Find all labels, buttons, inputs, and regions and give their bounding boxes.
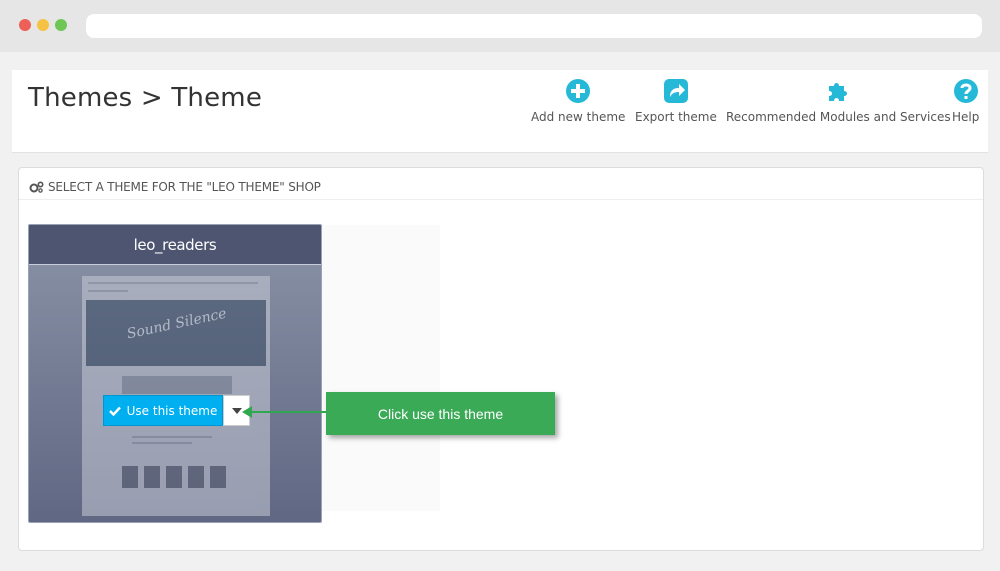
add-new-theme-label: Add new theme — [531, 110, 626, 124]
question-circle-icon — [953, 79, 978, 103]
theme-select-panel: SELECT A THEME FOR THE "LEO THEME" SHOP … — [18, 167, 984, 551]
annotation-arrow — [250, 411, 328, 413]
caret-down-icon — [231, 407, 242, 414]
export-theme-label: Export theme — [635, 110, 717, 124]
page-header: Themes > Theme Add new theme Export them… — [12, 70, 988, 153]
theme-name: leo_readers — [29, 225, 321, 265]
check-icon — [108, 406, 121, 416]
use-this-theme-label: Use this theme — [126, 403, 218, 418]
theme-card: leo_readers Sound Silence Use this theme — [28, 224, 322, 523]
panel-heading: SELECT A THEME FOR THE "LEO THEME" SHOP — [29, 176, 321, 198]
page-title: Themes > Theme — [28, 83, 263, 113]
puzzle-piece-icon — [829, 83, 848, 101]
help-label: Help — [952, 110, 980, 124]
maximize-window-button[interactable] — [55, 19, 67, 31]
gears-icon — [29, 181, 44, 193]
export-theme-button[interactable]: Export theme — [635, 78, 717, 124]
use-this-theme-button[interactable]: Use this theme — [103, 395, 223, 426]
share-arrow-icon — [663, 79, 688, 103]
help-button[interactable]: Help — [952, 78, 979, 124]
panel-heading-text: SELECT A THEME FOR THE "LEO THEME" SHOP — [48, 180, 321, 194]
plus-circle-icon — [566, 79, 591, 103]
annotation-text: Click use this theme — [377, 405, 504, 422]
minimize-window-button[interactable] — [37, 19, 49, 31]
browser-chrome — [0, 0, 1000, 52]
annotation-callout: Click use this theme — [326, 392, 555, 435]
recommended-modules-label: Recommended Modules and Services — [726, 110, 951, 124]
panel-divider — [19, 199, 983, 200]
close-window-button[interactable] — [19, 19, 31, 31]
add-new-theme-button[interactable]: Add new theme — [531, 78, 625, 124]
recommended-modules-button[interactable]: Recommended Modules and Services — [726, 78, 951, 124]
address-bar[interactable] — [86, 14, 982, 38]
empty-area — [322, 225, 440, 511]
